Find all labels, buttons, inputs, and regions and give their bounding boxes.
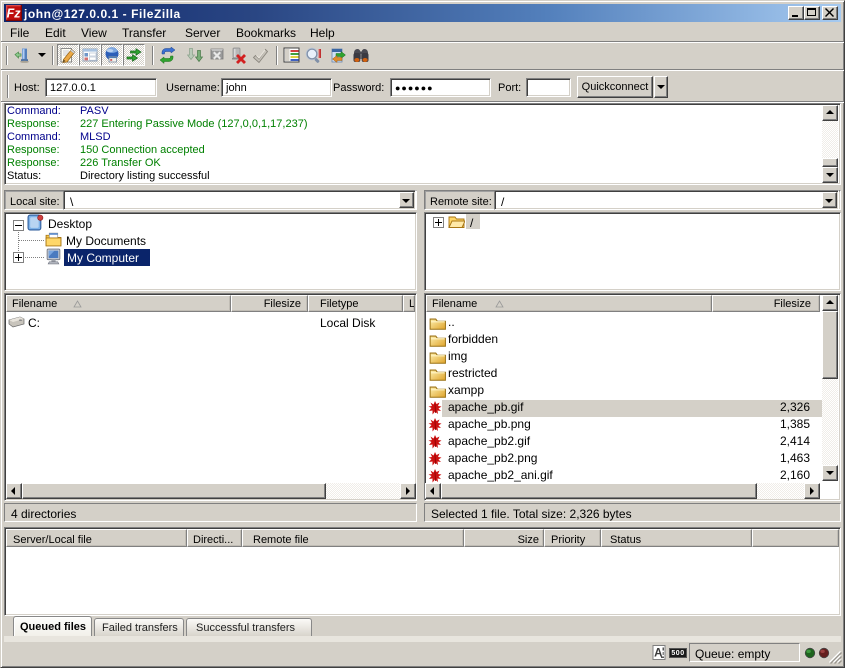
svg-text:Fz: Fz	[7, 7, 22, 21]
